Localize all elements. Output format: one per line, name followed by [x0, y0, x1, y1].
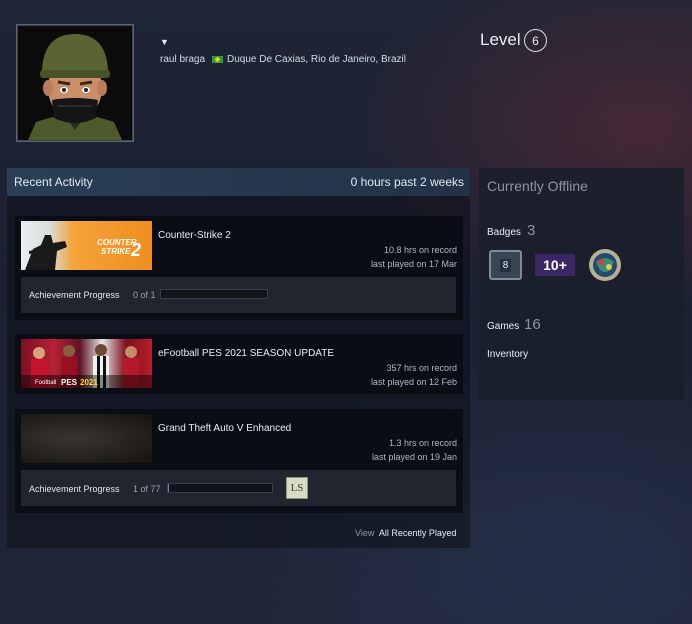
achievement-label: Achievement Progress — [29, 290, 120, 300]
badge-collector-value: 10+ — [543, 257, 567, 273]
recent-activity-hours: 0 hours past 2 weeks — [350, 175, 464, 189]
game-name-counter-strike-2[interactable]: Counter-Strike 2 — [158, 230, 231, 241]
game-last-played-counter-strike-2: last played on 17 Mar — [370, 259, 457, 269]
inventory-link[interactable]: Inventory — [487, 349, 528, 360]
community-badge-art — [589, 249, 621, 281]
game-last-played-efootball-pes-2021: last played on 12 Feb — [370, 377, 457, 387]
game-hours-gta-v-enhanced: 1.3 hrs on record — [388, 438, 457, 448]
view-label: View — [355, 528, 375, 538]
badge-years-value: 8 — [499, 258, 512, 272]
game-capsule-counter-strike-2[interactable]: COUNTER STRIKE 2 — [21, 221, 152, 270]
view-all-recently-played[interactable]: View All Recently Played — [355, 528, 456, 538]
brazil-flag-icon — [212, 56, 223, 63]
level-badge[interactable]: 6 — [524, 29, 547, 52]
game-hours-efootball-pes-2021: 357 hrs on record — [386, 363, 457, 373]
achievement-count: 0 of 1 — [133, 290, 156, 300]
achievement-progress-fill — [168, 484, 170, 492]
achievement-count: 1 of 77 — [133, 484, 161, 494]
achievement-label: Achievement Progress — [29, 484, 120, 494]
svg-text:Football: Football — [35, 380, 56, 386]
pes-capsule-art: Football PES 2021 — [21, 344, 152, 388]
persona-dropdown-caret-icon[interactable]: ▼ — [160, 37, 169, 47]
soldier-avatar-image — [18, 26, 132, 140]
games-count[interactable]: 16 — [524, 316, 541, 333]
cs2-capsule-art: COUNTER STRIKE 2 — [25, 235, 141, 270]
game-name-efootball-pes-2021[interactable]: eFootball PES 2021 SEASON UPDATE — [158, 348, 334, 359]
game-capsule-efootball-pes-2021[interactable]: Football PES 2021 — [21, 339, 152, 388]
recent-activity-title[interactable]: Recent Activity — [14, 175, 93, 189]
game-last-played-gta-v-enhanced: last played on 19 Jan — [371, 452, 457, 462]
games-link[interactable]: Games — [487, 321, 519, 332]
level-label: Level — [480, 30, 521, 49]
avatar-frame[interactable] — [16, 24, 134, 142]
real-name: raul braga — [160, 54, 206, 65]
svg-text:2: 2 — [130, 240, 141, 260]
svg-text:STRIKE: STRIKE — [101, 247, 131, 256]
achievement-icon[interactable]: LS — [286, 477, 308, 499]
achievement-progress-bar — [160, 289, 268, 299]
side-panel — [479, 168, 684, 400]
online-status: Currently Offline — [487, 178, 588, 194]
game-name-gta-v-enhanced[interactable]: Grand Theft Auto V Enhanced — [158, 423, 291, 434]
location: Duque De Caxias, Rio de Janeiro, Brazil — [227, 54, 406, 65]
badge-community-icon[interactable] — [588, 248, 622, 282]
svg-text:2021: 2021 — [80, 378, 98, 387]
svg-text:PES: PES — [61, 378, 78, 387]
badge-game-collector[interactable]: 10+ — [535, 254, 575, 276]
game-hours-counter-strike-2: 10.8 hrs on record — [383, 245, 457, 255]
achievement-progress-bar — [167, 483, 273, 493]
badges-link[interactable]: Badges — [487, 227, 521, 238]
badges-count[interactable]: 3 — [527, 222, 535, 239]
game-capsule-gta-v-enhanced[interactable] — [21, 414, 152, 463]
avatar — [18, 26, 132, 140]
badge-years-of-service[interactable]: 8 — [489, 250, 522, 280]
view-all-link[interactable]: All Recently Played — [379, 528, 457, 538]
